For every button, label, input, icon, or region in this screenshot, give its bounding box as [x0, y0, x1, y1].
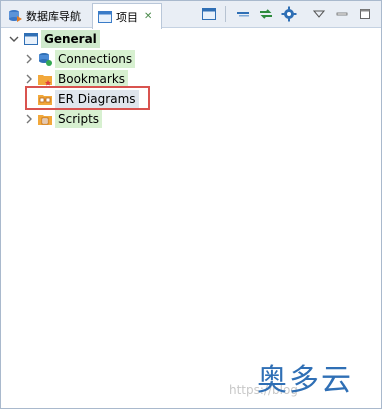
tree-item-scripts[interactable]: Scripts — [23, 109, 103, 129]
view-toolbar — [196, 4, 375, 24]
database-navigator-icon — [7, 8, 23, 24]
close-icon[interactable]: ✕ — [144, 11, 152, 22]
minimize-icon[interactable] — [332, 4, 352, 24]
link-with-editor-icon[interactable] — [256, 4, 276, 24]
project-folder-icon — [23, 31, 39, 47]
chevron-down-icon[interactable] — [9, 34, 19, 44]
tree-item-bookmarks[interactable]: Bookmarks — [23, 69, 129, 89]
chevron-right-icon[interactable] — [24, 114, 34, 124]
tab-label: 数据库导航 — [26, 9, 81, 23]
tree-item-label: Scripts — [55, 110, 103, 128]
tree-item-label: General — [41, 30, 100, 48]
projects-panel: 数据库导航 项目 ✕ General Connections Bookmarks… — [0, 0, 382, 409]
connections-icon — [37, 51, 53, 67]
tree-item-label: Bookmarks — [55, 70, 129, 88]
tab-database-navigator[interactable]: 数据库导航 — [3, 3, 91, 28]
tab-bar: 数据库导航 项目 ✕ — [1, 1, 381, 29]
tree-item-connections[interactable]: Connections — [23, 49, 136, 69]
view-menu-icon[interactable] — [309, 4, 329, 24]
tab-projects[interactable]: 项目 ✕ — [92, 3, 162, 29]
er-diagrams-folder-icon — [37, 91, 53, 107]
watermark-brand: 奥多云 — [257, 363, 353, 398]
scripts-folder-icon — [37, 111, 53, 127]
tree-item-general[interactable]: General — [7, 29, 100, 49]
bookmarks-folder-icon — [37, 71, 53, 87]
tree-item-er-diagrams[interactable]: ER Diagrams — [23, 89, 139, 109]
chevron-right-icon[interactable] — [24, 74, 34, 84]
maximize-icon[interactable] — [355, 4, 375, 24]
tab-label: 项目 — [116, 10, 138, 24]
projects-icon — [97, 9, 113, 25]
chevron-right-icon[interactable] — [24, 54, 34, 64]
tree-item-label: ER Diagrams — [55, 90, 139, 108]
configure-icon[interactable] — [279, 4, 299, 24]
new-project-icon[interactable] — [199, 4, 219, 24]
collapse-all-icon[interactable] — [233, 4, 253, 24]
toolbar-separator — [225, 6, 226, 22]
tree-item-label: Connections — [55, 50, 136, 68]
